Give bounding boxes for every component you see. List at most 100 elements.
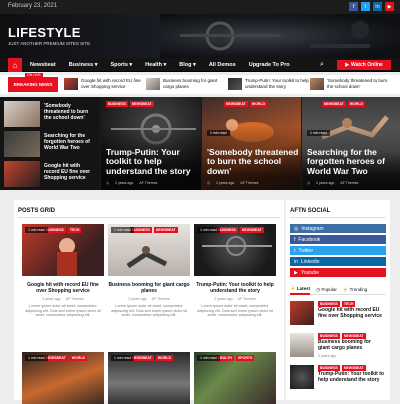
post-image: HEALTH SPORTS 1 min read [194, 352, 276, 404]
post-card[interactable]: HEALTH SPORTS 1 min read [194, 352, 276, 404]
youtube-button[interactable]: ▶ Youtube [290, 268, 386, 277]
top-social-icons: f t in ▶ [349, 2, 394, 11]
site-tagline: JUST ANOTHER PREMIUM SITES SITE [8, 41, 91, 46]
list-item[interactable]: BUSINESS NEWSBEAT Business booming for gi… [290, 333, 386, 359]
list-thumbnail [4, 161, 40, 187]
ticker-thumbnail [228, 78, 242, 90]
main-nav: ⌂ Newsbeat Business ▾ Sports ▾ Health ▾ … [0, 58, 400, 72]
list-item[interactable]: Searching for the forgotten heroes of Wo… [2, 129, 98, 159]
category-badge[interactable]: WORLD [347, 101, 366, 107]
featured-card[interactable]: NEWSBEAT WORLD 1 min read 'Somebody thre… [202, 97, 301, 190]
play-icon: ▶ [345, 62, 350, 68]
youtube-icon[interactable]: ▶ [385, 2, 394, 11]
post-card[interactable]: BUSINESS NEWSBEAT 1 min read Business boo… [108, 224, 190, 318]
section-heading: POSTS GRID [18, 208, 56, 214]
sidebar: AFTN SOCIAL ◎ Instagram f Facebook t Twitte… [286, 200, 390, 400]
breaking-news-ticker: BREAKING NEWS ON LIVE Google hit with re… [0, 73, 400, 94]
ticker-thumbnail [64, 78, 78, 90]
post-card[interactable]: NEWSBEAT WORLD 1 min read [22, 352, 104, 404]
instagram-button[interactable]: ◎ Instagram [290, 224, 386, 233]
post-excerpt: Lorem ipsum dolor sit amet, consectetur … [197, 304, 273, 318]
post-title[interactable]: Google hit with record EU fine over Shop… [22, 282, 104, 294]
featured-card[interactable]: NEWSBEAT WORLD 1 min read Searching for … [302, 97, 400, 190]
list-thumbnail [4, 101, 40, 127]
category-badge[interactable]: NEWSBEAT [129, 101, 154, 107]
card-title: 'Somebody threatened to burn the school … [207, 146, 299, 176]
list-item[interactable]: BUSINESS NEWSBEAT Trump-Putin: Your toolk… [290, 365, 386, 391]
clock-icon: ◷ [307, 181, 311, 185]
chevron-down-icon: ▾ [94, 62, 98, 68]
ticker-thumbnail [146, 78, 160, 90]
nav-item-business[interactable]: Business ▾ [69, 62, 98, 68]
post-title[interactable]: Trump-Putin: Your toolkit to help unders… [194, 282, 276, 294]
home-icon[interactable]: ⌂ [8, 58, 22, 72]
featured-list: 'Somebody threatened to burn the school … [0, 97, 100, 190]
list-thumbnail [290, 301, 314, 325]
site-logo[interactable]: LIFESTYLE [8, 25, 81, 40]
nav-item-sports[interactable]: Sports ▾ [110, 62, 132, 68]
linkedin-button[interactable]: in Linkedin [290, 257, 386, 266]
list-thumbnail [290, 333, 314, 357]
tab-trending[interactable]: ⚡ Trending [343, 287, 367, 293]
post-card[interactable]: NEWSBEAT WORLD 1 min read [108, 352, 190, 404]
twitter-icon[interactable]: t [361, 2, 370, 11]
post-image: BUSINESS NEWSBEAT 1 min read [194, 224, 276, 276]
nav-item-upgrade[interactable]: Upgrade To Pro [249, 62, 290, 68]
ticker-thumbnail [310, 78, 324, 90]
ticker-item[interactable]: Business booming for giant cargo planes [146, 78, 227, 90]
breaking-news-label: BREAKING NEWS [8, 77, 58, 92]
linkedin-icon: in [294, 258, 298, 265]
post-title[interactable]: Business booming for giant cargo planes [108, 282, 190, 294]
facebook-icon[interactable]: f [349, 2, 358, 11]
post-card[interactable]: BUSINESS NEWSBEAT 1 min read Trump-Putin:… [194, 224, 276, 318]
date-text: February 23, 2021 [8, 3, 58, 9]
post-image: BUSINESS TECH 1 min read [22, 224, 104, 276]
linkedin-icon[interactable]: in [373, 2, 382, 11]
site-header: LIFESTYLE JUST ANOTHER PREMIUM SITES SIT… [0, 14, 400, 58]
clock-icon: ◷ [106, 181, 110, 185]
header-banner-image [160, 14, 400, 58]
nav-item-newsbeat[interactable]: Newsbeat [30, 62, 56, 68]
category-badge[interactable]: WORLD [249, 101, 268, 107]
list-item[interactable]: BUSINESS TECH Google hit with record EU f… [290, 301, 386, 327]
tab-popular[interactable]: ◷ Popular [316, 287, 337, 293]
category-badge[interactable]: NEWSBEAT [224, 101, 248, 107]
section-heading: AFTN SOCIAL [290, 208, 331, 214]
sidebar-tabs: ⚡ Latest ◷ Popular ⚡ Trending [290, 286, 386, 295]
featured-section: 'Somebody threatened to burn the school … [0, 97, 400, 190]
twitter-icon: t [294, 247, 296, 254]
clock-icon: ◷ [207, 181, 211, 185]
facebook-icon: f [294, 236, 296, 243]
tab-latest[interactable]: ⚡ Latest [290, 286, 311, 295]
ticker-item[interactable]: 'Somebody threatened to burn the school … [310, 78, 391, 90]
list-item[interactable]: 'Somebody threatened to burn the school … [2, 99, 98, 129]
facebook-button[interactable]: f Facebook [290, 235, 386, 244]
chevron-down-icon: ▾ [193, 62, 196, 68]
featured-card[interactable]: BUSINESS NEWSBEAT Trump-Putin: Your tool… [101, 97, 201, 190]
nav-item-health[interactable]: Health ▾ [145, 62, 166, 68]
post-excerpt: Lorem ipsum dolor sit amet, consectetur … [111, 304, 187, 318]
read-time: 1 min read [207, 130, 230, 136]
nav-item-all-demos[interactable]: All Demos [209, 62, 236, 68]
card-title: Searching for the forgotten heroes of Wo… [307, 146, 385, 176]
youtube-icon: ▶ [294, 269, 298, 276]
top-bar: February 23, 2021 f t in ▶ [0, 0, 400, 14]
category-badge[interactable]: NEWSBEAT [322, 101, 346, 107]
ticker-item[interactable]: Trump-Putin: Your toolkit to help unders… [228, 78, 309, 90]
nav-item-blog[interactable]: Blog ▾ [179, 62, 196, 68]
chevron-down-icon: ▾ [163, 62, 167, 68]
ticker-item[interactable]: Google hit with record EU fine over Shop… [64, 78, 145, 90]
instagram-icon: ◎ [294, 225, 299, 232]
post-image: NEWSBEAT WORLD 1 min read [22, 352, 104, 404]
watch-online-button[interactable]: ▶ Watch Online [337, 60, 391, 70]
twitter-button[interactable]: t Twitter [290, 246, 386, 255]
list-item[interactable]: Google hit with record EU fine over Shop… [2, 159, 98, 189]
search-icon[interactable]: ⌕ [320, 61, 324, 69]
post-excerpt: Lorem ipsum dolor sit amet, consectetur … [25, 304, 101, 318]
post-card[interactable]: BUSINESS TECH 1 min read Google hit with … [22, 224, 104, 318]
read-time: 1 min read [307, 130, 330, 136]
card-title: Trump-Putin: Your toolkit to help unders… [106, 146, 191, 176]
post-image: BUSINESS NEWSBEAT 1 min read [108, 224, 190, 276]
list-thumbnail [290, 365, 314, 389]
category-badge[interactable]: BUSINESS [106, 101, 128, 107]
